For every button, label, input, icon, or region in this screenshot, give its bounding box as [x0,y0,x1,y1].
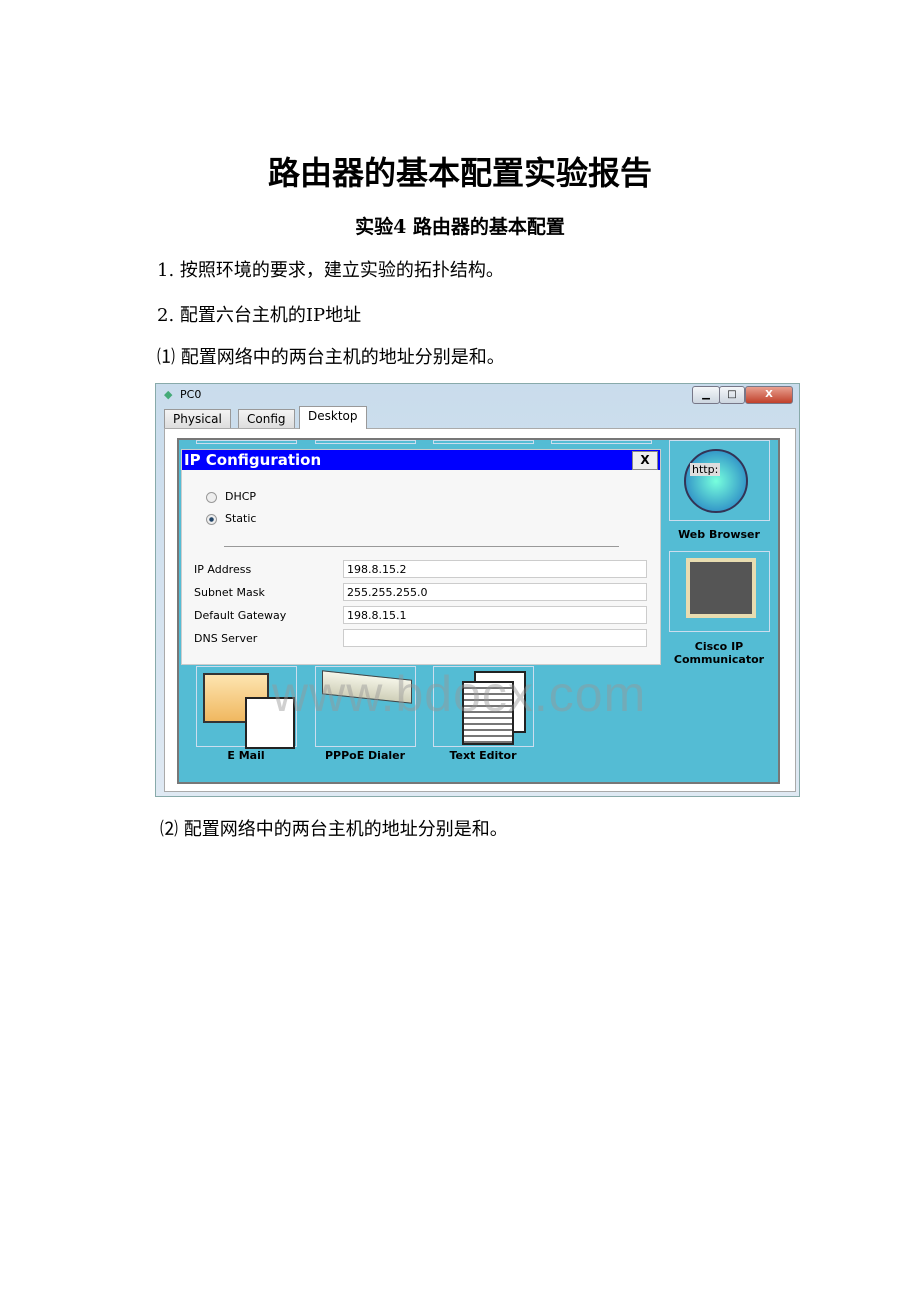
app-label: Text Editor [449,749,517,762]
desktop-area: http: Web Browser Cisco IP Communicator … [177,438,780,784]
app-label: Cisco IP Communicator [673,640,765,666]
ip-address-label: IP Address [194,563,252,576]
app-box[interactable] [315,440,416,444]
app-label: E Mail [227,749,265,762]
app-box[interactable] [196,440,297,444]
app-box[interactable] [551,440,652,444]
paragraph: 2. 配置六台主机的IP地址 [157,305,362,326]
app-box[interactable] [433,440,534,444]
web-browser-icon [684,449,748,513]
maximize-button[interactable]: □ [719,386,745,404]
app-label: PPPoE Dialer [324,749,406,762]
app-label: Web Browser [678,528,760,541]
subnet-mask-label: Subnet Mask [194,586,265,599]
default-gateway-input[interactable]: 198.8.15.1 [343,606,647,624]
paragraph: ⑴ 配置网络中的两台主机的地址分别是和。 [157,347,505,368]
close-button[interactable]: X [745,386,793,404]
dialog-close-button[interactable]: X [632,451,658,470]
pc-icon: ◆ [164,388,173,401]
tab-config[interactable]: Config [238,409,295,430]
window-title: PC0 [180,388,202,401]
static-label: Static [225,512,257,525]
tab-desktop[interactable]: Desktop [299,406,367,429]
subtitle: 实验4 路由器的基本配置 [355,216,565,238]
dialog-title: IP Configuration X [182,450,660,470]
dhcp-label: DHCP [225,490,257,503]
static-radio[interactable] [206,514,217,525]
subnet-mask-input[interactable]: 255.255.255.0 [343,583,647,601]
paragraph: ⑵ 配置网络中的两台主机的地址分别是和。 [160,819,508,840]
minimize-button[interactable]: ▁ [692,386,720,404]
tab-physical[interactable]: Physical [164,409,231,430]
dns-server-label: DNS Server [194,632,258,645]
page-title: 路由器的基本配置实验报告 [267,154,652,192]
desktop-panel: http: Web Browser Cisco IP Communicator … [164,428,796,792]
ip-communicator-icon [686,558,756,618]
divider [224,546,619,547]
pc0-window: ◆ PC0 ▁ □ X Physical Config Desktop http… [155,383,800,797]
ip-configuration-dialog: IP Configuration X DHCP Static IP Addres… [181,449,661,722]
dns-server-input[interactable] [343,629,647,647]
ip-address-input[interactable]: 198.8.15.2 [343,560,647,578]
watermark: www.bdocx.com [272,666,647,722]
paragraph: 1. 按照环境的要求，建立实验的拓扑结构。 [157,260,504,281]
web-browser-button[interactable]: http: [669,440,770,521]
default-gateway-label: Default Gateway [194,609,287,622]
dhcp-radio[interactable] [206,492,217,503]
ip-communicator-button[interactable] [669,551,770,632]
